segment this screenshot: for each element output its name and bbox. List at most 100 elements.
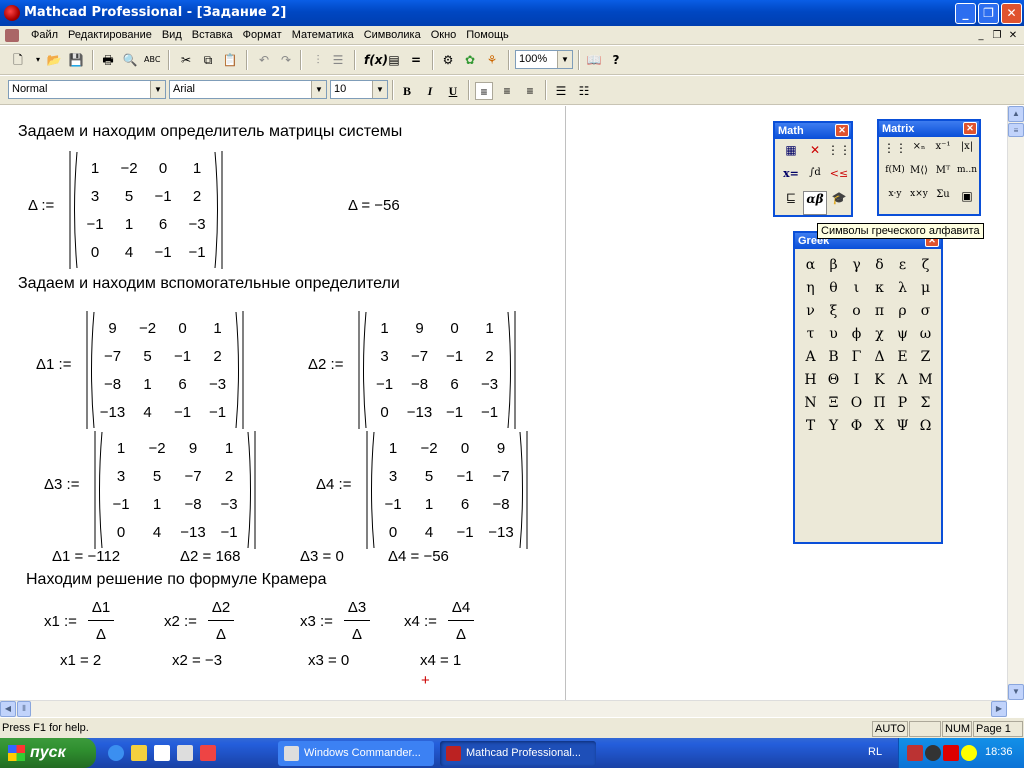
worksheet[interactable]: Задаем и находим определитель матрицы си… — [0, 106, 1008, 700]
matrix-cell[interactable]: 1 — [78, 154, 112, 182]
menu-item-8[interactable]: Помощь — [461, 29, 514, 41]
calculus-toolbar-icon[interactable]: ∫d — [803, 167, 827, 191]
matrix-cell[interactable]: 1 — [180, 154, 214, 182]
range-variable-icon[interactable]: m..n — [955, 165, 979, 189]
menu-item-2[interactable]: Вид — [157, 29, 187, 41]
greek-letter-button[interactable]: Π — [868, 392, 891, 415]
insert-component-icon[interactable]: ⚙ — [440, 52, 456, 68]
greek-letter-button[interactable]: ϕ — [845, 323, 868, 346]
show-desktop-icon[interactable] — [200, 745, 216, 761]
boolean-toolbar-icon[interactable]: <≤ — [827, 167, 851, 191]
greek-letter-button[interactable]: Ρ — [891, 392, 914, 415]
vertical-scrollbar[interactable]: ▲ ≡ ▼ — [1007, 106, 1024, 700]
matrix-cell[interactable]: −1 — [200, 398, 235, 426]
matrix-cell[interactable]: 1 — [411, 490, 447, 518]
matrix-cell[interactable]: −1 — [472, 398, 507, 426]
save-icon[interactable]: 💾 — [68, 52, 84, 68]
commander-quicklaunch-icon[interactable] — [131, 745, 147, 761]
greek-letter-button[interactable]: Ζ — [914, 346, 937, 369]
subscript-icon[interactable]: ×ₙ — [907, 141, 931, 165]
matrix-cell[interactable]: 0 — [103, 518, 139, 546]
column-icon[interactable]: M⟨⟩ — [907, 165, 931, 189]
matrix-main[interactable]: 1 −2 0 1 3 5 −1 2 −1 1 6 −3 0 4 −1 −1 — [68, 150, 224, 270]
bold-button[interactable]: B — [398, 82, 416, 100]
hscroll-thumb[interactable]: ⦀ — [17, 701, 31, 717]
programming-toolbar-icon[interactable]: ⊑ — [779, 191, 803, 215]
tray-network-icon[interactable] — [907, 745, 923, 761]
print-icon[interactable]: 🖶 — [100, 52, 116, 68]
greek-letter-button[interactable]: ρ — [891, 300, 914, 323]
matrix-cell[interactable]: −13 — [95, 398, 130, 426]
insert-function-icon[interactable]: f(x) — [364, 52, 388, 68]
greek-letter-button[interactable]: Χ — [868, 415, 891, 438]
matrix-cell[interactable]: 2 — [211, 462, 247, 490]
greek-letter-button[interactable]: α — [799, 254, 822, 277]
help-icon[interactable]: ? — [608, 52, 624, 68]
matrix-cell[interactable]: −13 — [483, 518, 519, 546]
greek-letter-button[interactable]: π — [868, 300, 891, 323]
start-button[interactable]: пуск — [0, 738, 96, 768]
matrix-cell[interactable]: −7 — [175, 462, 211, 490]
matrix-cell[interactable]: −1 — [447, 462, 483, 490]
font-size-select[interactable]: 10 ▼ — [330, 80, 388, 99]
greek-letter-button[interactable]: Φ — [845, 415, 868, 438]
matrix-cell[interactable]: −1 — [146, 238, 180, 266]
matrix-cell[interactable]: −3 — [211, 490, 247, 518]
chevron-down-icon[interactable]: ▼ — [557, 51, 572, 68]
calculator-toolbar-icon[interactable]: ▦ — [779, 143, 803, 167]
greek-letter-button[interactable]: τ — [799, 323, 822, 346]
matrix-cell[interactable]: 0 — [78, 238, 112, 266]
align-right-icon[interactable]: ≡ — [521, 82, 539, 100]
greek-letter-button[interactable]: ζ — [914, 254, 937, 277]
matrix-cell[interactable]: −1 — [165, 398, 200, 426]
greek-toolbar-icon[interactable]: αβ — [803, 191, 827, 215]
matrix-cell[interactable]: 2 — [472, 342, 507, 370]
matrix-cell[interactable]: −2 — [130, 314, 165, 342]
greek-letter-button[interactable]: Λ — [891, 369, 914, 392]
undo-icon[interactable]: ↶ — [256, 52, 272, 68]
matrix-cell[interactable]: 5 — [130, 342, 165, 370]
matrix-cell[interactable]: −1 — [146, 182, 180, 210]
paste-icon[interactable]: 📋 — [222, 52, 238, 68]
greek-letter-button[interactable]: Σ — [914, 392, 937, 415]
menu-item-1[interactable]: Редактирование — [63, 29, 157, 41]
greek-letter-button[interactable]: λ — [891, 277, 914, 300]
matrix-cell[interactable]: 1 — [200, 314, 235, 342]
scroll-down-icon[interactable]: ▼ — [1008, 684, 1024, 700]
greek-letter-button[interactable]: Θ — [822, 369, 845, 392]
scroll-right-icon[interactable]: ▶ — [991, 701, 1007, 717]
align-center-icon[interactable]: ≡ — [498, 82, 516, 100]
matrix-cell[interactable]: 5 — [139, 462, 175, 490]
media-icon[interactable] — [177, 745, 193, 761]
matrix-cell[interactable]: −8 — [402, 370, 437, 398]
style-select[interactable]: Normal ▼ — [8, 80, 166, 99]
matrix-cell[interactable]: 6 — [146, 210, 180, 238]
greek-letter-button[interactable]: Ο — [845, 392, 868, 415]
spell-check-icon[interactable]: ABC — [144, 52, 160, 68]
menu-item-5[interactable]: Математика — [287, 29, 359, 41]
ie-icon[interactable] — [108, 745, 124, 761]
greek-letter-button[interactable]: ι — [845, 277, 868, 300]
close-icon[interactable]: ✕ — [835, 124, 849, 137]
inverse-icon[interactable]: x⁻¹ — [931, 141, 955, 165]
matrix-cell[interactable]: 0 — [165, 314, 200, 342]
insert-unit-icon[interactable]: ▤ — [386, 52, 402, 68]
math-palette[interactable]: Math ✕ ▦ ✕ ⋮⋮ x= ∫d <≤ ⊑ αβ 🎓 — [773, 121, 853, 217]
mathcad-app-icon[interactable] — [4, 5, 20, 21]
underline-button[interactable]: U — [444, 82, 462, 100]
matrix-cell[interactable]: −1 — [437, 398, 472, 426]
matrix-cell[interactable]: 0 — [367, 398, 402, 426]
chevron-down-icon[interactable]: ▼ — [150, 81, 165, 98]
task-mathcad[interactable]: Mathcad Professional... — [440, 741, 596, 766]
calculate-icon[interactable]: = — [408, 52, 424, 68]
matrix-cell[interactable]: −1 — [103, 490, 139, 518]
menu-item-0[interactable]: Файл — [26, 29, 63, 41]
tray-sound-icon[interactable] — [961, 745, 977, 761]
greek-letter-button[interactable]: Ω — [914, 415, 937, 438]
align-across-icon[interactable]: ⫶ — [310, 52, 326, 68]
matrix-cell[interactable]: 1 — [103, 434, 139, 462]
greek-letter-button[interactable]: Ν — [799, 392, 822, 415]
matrix-cell[interactable]: 9 — [402, 314, 437, 342]
matrix-delta3[interactable]: 1 −2 9 1 3 5 −7 2 −1 1 −8 −3 0 4 −13 −1 — [93, 430, 257, 550]
greek-letter-button[interactable]: χ — [868, 323, 891, 346]
